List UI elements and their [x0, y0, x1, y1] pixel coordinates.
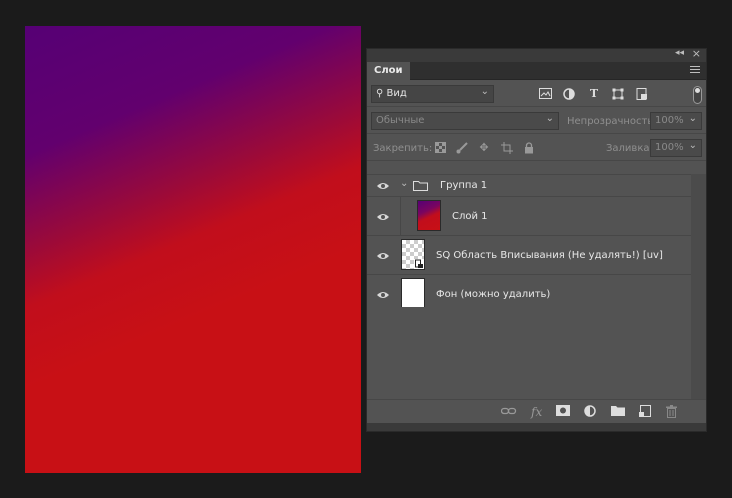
- lock-label: Закрепить:: [373, 143, 433, 154]
- layer-row[interactable]: SQ Область Вписывания (Не удалять!) [uv]: [367, 236, 691, 275]
- layer-row-group[interactable]: ⌄ Группа 1: [367, 174, 691, 197]
- crop-lock-icon[interactable]: [500, 142, 514, 154]
- folder-icon: [413, 181, 428, 191]
- layers-list: ⌄ Группа 1 Слой 1 SQ Область Вписывания …: [367, 174, 691, 314]
- folder-icon[interactable]: [611, 405, 625, 419]
- fill-value: 100%: [655, 142, 684, 153]
- panel-resize-strip[interactable]: [367, 423, 706, 431]
- fill-field[interactable]: 100% ⌄: [650, 139, 702, 157]
- eye-icon[interactable]: [376, 290, 390, 300]
- tab-layers[interactable]: Слои: [367, 62, 410, 80]
- panel-tabbar: Слои: [367, 62, 706, 80]
- layer-thumbnail: [417, 200, 441, 231]
- link-icon[interactable]: [500, 405, 517, 419]
- layer-name: Группа 1: [440, 180, 488, 191]
- opacity-label: Непрозрачность:: [567, 116, 657, 127]
- document-canvas[interactable]: [25, 26, 361, 473]
- type-filter-icon[interactable]: T: [587, 88, 601, 100]
- layers-empty-area[interactable]: [367, 307, 691, 399]
- move-icon[interactable]: ✥: [477, 142, 491, 154]
- double-chevron-icon[interactable]: ◂◂: [675, 48, 684, 58]
- mask-icon[interactable]: [556, 405, 570, 419]
- lock-transparent-icon[interactable]: [433, 142, 447, 154]
- fill-label: Заливка:: [606, 143, 653, 154]
- opacity-value: 100%: [655, 115, 684, 126]
- fx-icon[interactable]: fx: [531, 405, 542, 419]
- filter-kind-select[interactable]: ⚲ Вид ⌄: [371, 85, 494, 103]
- panel-footer: fx: [367, 399, 706, 423]
- blend-mode-select[interactable]: Обычные ⌄: [371, 112, 559, 130]
- filter-kind-value: Вид: [386, 88, 407, 99]
- new-layer-icon[interactable]: [639, 405, 651, 420]
- panel-titlebar: ◂◂ ×: [367, 47, 706, 62]
- smartobject-badge-icon: [414, 259, 424, 269]
- eye-icon[interactable]: [376, 181, 390, 191]
- panel-menu-icon[interactable]: [690, 66, 700, 75]
- layer-name: Фон (можно удалить): [436, 289, 551, 300]
- layer-thumbnail: [401, 239, 425, 270]
- filter-row: ⚲ Вид ⌄ T: [367, 80, 706, 107]
- adjustment-filter-icon[interactable]: [562, 88, 576, 100]
- close-icon[interactable]: ×: [692, 47, 701, 60]
- chevron-down-icon[interactable]: ⌄: [400, 178, 408, 189]
- eye-icon[interactable]: [376, 251, 390, 261]
- opacity-field[interactable]: 100% ⌄: [650, 112, 702, 130]
- blend-mode-value: Обычные: [376, 115, 425, 126]
- layers-scrollbar[interactable]: [691, 174, 706, 399]
- layer-name: Слой 1: [452, 211, 488, 222]
- smartobject-filter-icon[interactable]: [635, 88, 649, 100]
- lock-row: Закрепить: ✥ Заливка: 100% ⌄: [367, 134, 706, 161]
- layers-panel: ◂◂ × Слои ⚲ Вид ⌄ T Обычные ⌄ Непрозрачн…: [366, 47, 707, 432]
- lock-icon[interactable]: [522, 142, 536, 154]
- chevron-down-icon: ⌄: [688, 113, 697, 124]
- layer-name: SQ Область Вписывания (Не удалять!) [uv]: [436, 250, 663, 261]
- adjustment-icon[interactable]: [584, 405, 596, 420]
- image-filter-icon[interactable]: [538, 88, 552, 100]
- search-icon: ⚲: [376, 88, 384, 99]
- shape-filter-icon[interactable]: [611, 88, 625, 100]
- blend-row: Обычные ⌄ Непрозрачность: 100% ⌄: [367, 107, 706, 134]
- trash-icon[interactable]: [666, 405, 677, 421]
- chevron-down-icon: ⌄: [480, 86, 489, 97]
- brush-icon[interactable]: [455, 142, 469, 154]
- chevron-down-icon: ⌄: [688, 140, 697, 151]
- filter-toggle[interactable]: [693, 86, 702, 104]
- layer-row[interactable]: Слой 1: [367, 197, 691, 236]
- layer-thumbnail: [401, 278, 425, 309]
- indent-divider: [400, 197, 401, 236]
- eye-icon[interactable]: [376, 212, 390, 222]
- chevron-down-icon: ⌄: [545, 113, 554, 124]
